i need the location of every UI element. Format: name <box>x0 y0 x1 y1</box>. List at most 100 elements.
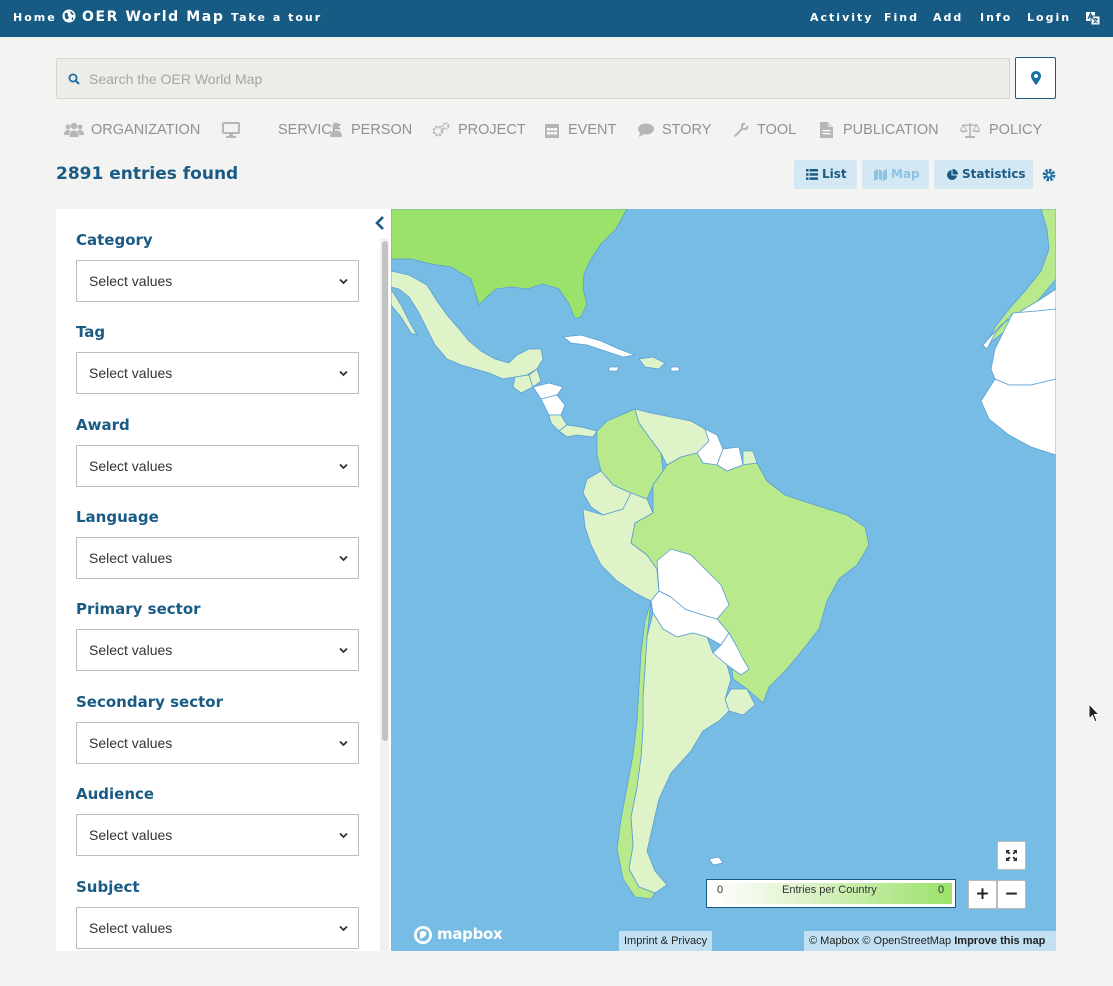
legend-max: 0 <box>938 884 945 896</box>
nav-find-link[interactable]: Find <box>884 0 919 37</box>
chevron-down-icon <box>339 463 348 470</box>
world-map[interactable]: 0 Entries per Country 0 + − mapbox Impri… <box>391 209 1056 951</box>
nav-info-link[interactable]: Info <box>980 0 1012 37</box>
region-panama <box>558 424 598 438</box>
filter-label-category: Category <box>76 231 153 249</box>
nav-add-link[interactable]: Add <box>933 0 963 37</box>
imprint-link[interactable]: Imprint & Privacy <box>619 931 713 951</box>
nav-tour-link[interactable]: Take a tour <box>231 0 322 37</box>
mapbox-logo-text: mapbox <box>437 925 503 943</box>
type-label: PUBLICATION <box>843 122 939 138</box>
search-input[interactable] <box>89 59 989 98</box>
region-west-africa <box>980 378 1056 456</box>
locate-button[interactable] <box>1015 57 1056 99</box>
users-icon <box>64 122 84 137</box>
nav-brand-link[interactable]: OER World Map <box>62 0 224 37</box>
zoom-in-button[interactable]: + <box>968 880 997 909</box>
type-label: PERSON <box>351 122 413 138</box>
chevron-down-icon <box>339 740 348 747</box>
subject-select[interactable]: Select values <box>76 907 359 949</box>
search-box <box>56 58 1010 99</box>
gear-icon[interactable] <box>1042 168 1056 182</box>
search-icon <box>68 73 80 85</box>
select-placeholder: Select values <box>89 458 173 474</box>
type-label: EVENT <box>568 122 617 138</box>
chevron-down-icon <box>339 278 348 285</box>
sidebar-scrollbar[interactable] <box>382 241 388 741</box>
wrench-icon <box>734 122 749 137</box>
map-icon <box>874 169 887 181</box>
filter-label-subject: Subject <box>76 878 140 896</box>
expand-icon <box>1006 850 1017 861</box>
map-view-label: Map <box>891 167 920 181</box>
type-label: POLICY <box>989 122 1043 138</box>
top-navbar: Home OER World Map Take a tour Activity … <box>0 0 1113 37</box>
mapbox-logo-icon <box>414 926 432 944</box>
map-view-button[interactable]: Map <box>862 160 929 189</box>
region-uruguay <box>724 688 756 716</box>
map-legend: 0 Entries per Country 0 <box>706 879 956 908</box>
pie-chart-icon <box>947 169 958 180</box>
chevron-down-icon <box>339 555 348 562</box>
region-puerto-rico <box>670 366 680 372</box>
select-placeholder: Select values <box>89 642 173 658</box>
list-icon <box>806 169 818 180</box>
filter-label-audience: Audience <box>76 785 155 803</box>
audience-select[interactable]: Select values <box>76 814 359 856</box>
type-label: TOOL <box>757 122 797 138</box>
nav-home-link[interactable]: Home <box>13 0 57 37</box>
list-view-label: List <box>822 167 847 181</box>
user-icon <box>330 122 342 137</box>
filter-label-secondary-sector: Secondary sector <box>76 693 223 711</box>
desktop-icon <box>222 122 240 138</box>
region-hispaniola <box>638 356 666 370</box>
legend-min: 0 <box>717 884 724 896</box>
fullscreen-button[interactable] <box>997 841 1026 870</box>
attribution-text[interactable]: © Mapbox © OpenStreetMap <box>809 935 951 947</box>
filter-label-award: Award <box>76 416 130 434</box>
chevron-down-icon <box>339 832 348 839</box>
region-nicaragua <box>540 394 566 416</box>
language-select[interactable]: Select values <box>76 537 359 579</box>
select-placeholder: Select values <box>89 735 173 751</box>
balance-scale-icon <box>960 123 980 138</box>
list-view-button[interactable]: List <box>794 160 857 189</box>
region-jamaica <box>608 366 620 372</box>
results-count: 2891 entries found <box>56 164 239 184</box>
type-label: PROJECT <box>458 122 526 138</box>
file-icon <box>820 122 833 138</box>
chevron-left-icon[interactable] <box>374 215 386 231</box>
select-placeholder: Select values <box>89 827 173 843</box>
globe-icon <box>62 9 76 23</box>
nav-login-link[interactable]: Login <box>1027 0 1071 37</box>
brand-label: OER World Map <box>82 9 225 25</box>
zoom-out-button[interactable]: − <box>997 880 1026 909</box>
select-placeholder: Select values <box>89 273 173 289</box>
filter-sidebar: Category Select values Tag Select values… <box>56 209 391 951</box>
primary-sector-select[interactable]: Select values <box>76 629 359 671</box>
secondary-sector-select[interactable]: Select values <box>76 722 359 764</box>
map-canvas[interactable] <box>391 209 1056 951</box>
cogs-icon <box>432 122 450 137</box>
region-falklands <box>708 856 724 866</box>
region-cuba <box>562 334 636 358</box>
statistics-view-label: Statistics <box>962 167 1026 181</box>
chevron-down-icon <box>339 370 348 377</box>
chevron-down-icon <box>339 925 348 932</box>
select-placeholder: Select values <box>89 550 173 566</box>
award-select[interactable]: Select values <box>76 445 359 487</box>
type-label: ORGANIZATION <box>91 122 201 138</box>
filter-label-tag: Tag <box>76 323 106 341</box>
tag-select[interactable]: Select values <box>76 352 359 394</box>
statistics-view-button[interactable]: Statistics <box>934 160 1033 189</box>
category-select[interactable]: Select values <box>76 260 359 302</box>
comment-icon <box>638 123 654 137</box>
nav-activity-link[interactable]: Activity <box>810 0 873 37</box>
improve-map-link[interactable]: Improve this map <box>954 935 1045 947</box>
language-icon[interactable] <box>1085 10 1101 26</box>
map-marker-icon <box>1031 71 1041 85</box>
chevron-down-icon <box>339 647 348 654</box>
select-placeholder: Select values <box>89 920 173 936</box>
map-attribution: © Mapbox © OpenStreetMap Improve this ma… <box>804 931 1056 951</box>
select-placeholder: Select values <box>89 365 173 381</box>
